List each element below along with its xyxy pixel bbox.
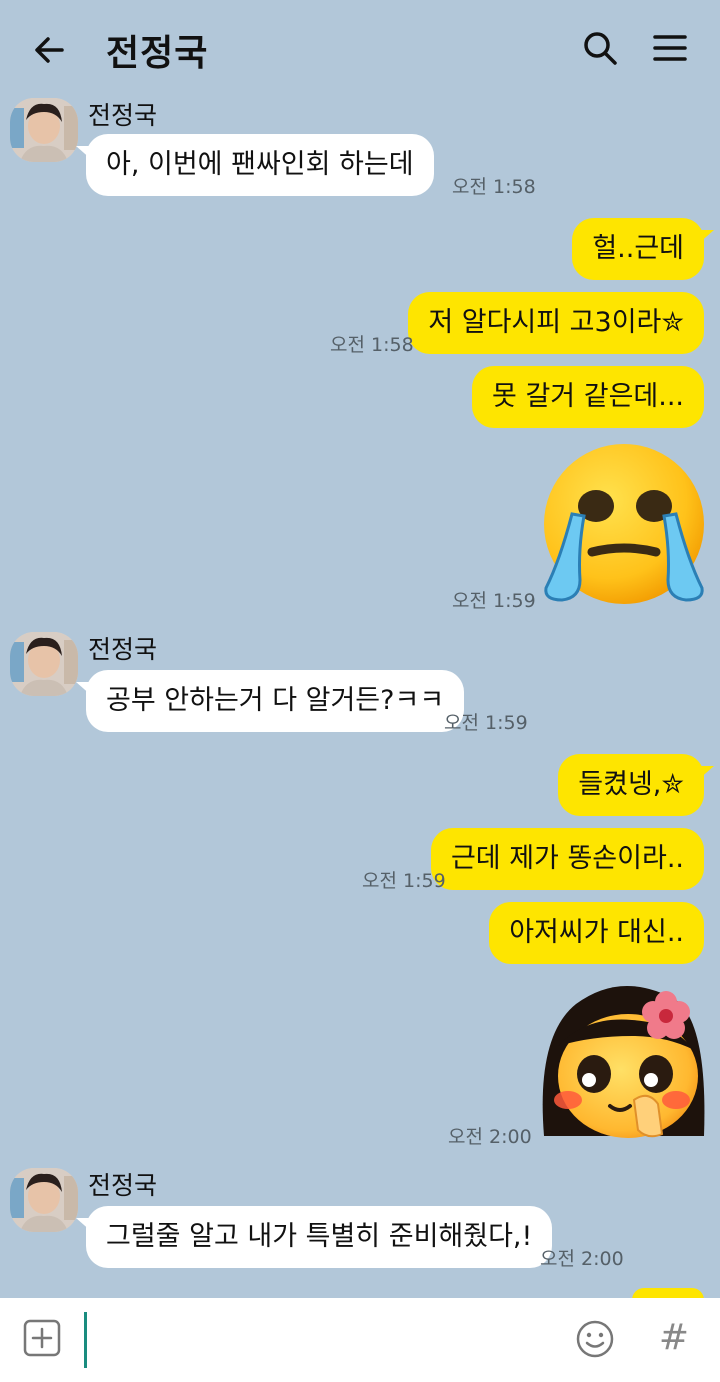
- hashtag-search-button[interactable]: #: [654, 1314, 694, 1362]
- search-icon: [584, 32, 617, 65]
- message-bubble[interactable]: 저 알다시피 고3이라✮: [408, 292, 704, 354]
- message-time: 오전 1:58: [330, 334, 414, 356]
- profile-photo: [10, 632, 78, 696]
- hamburger-menu-icon: [653, 35, 687, 61]
- attach-button[interactable]: [22, 1318, 62, 1358]
- profile-photo: [10, 98, 78, 162]
- message-time: 오전 2:00: [448, 1126, 532, 1148]
- avatar[interactable]: [10, 1168, 78, 1232]
- smiley-icon: [576, 1320, 614, 1358]
- crying-face-emoticon[interactable]: [536, 440, 708, 608]
- emoticon-button[interactable]: [574, 1318, 616, 1360]
- sender-name: 전정국: [88, 635, 158, 664]
- message-bubble[interactable]: 아저씨가 대신..: [489, 902, 704, 964]
- chat-title: 전정국: [106, 33, 209, 74]
- message-bubble[interactable]: 들켰넹,✮: [558, 754, 714, 816]
- back-button[interactable]: [28, 28, 72, 72]
- avatar[interactable]: [10, 98, 78, 162]
- message-bubble[interactable]: 그럴줄 알고 내가 특별히 준비해줬다,!: [75, 1206, 553, 1268]
- sender-name: 전정국: [88, 101, 158, 130]
- shy-girl-flower-emoticon[interactable]: [536, 976, 708, 1144]
- input-bar: #: [0, 1298, 720, 1382]
- sender-name: 전정국: [88, 1171, 158, 1200]
- message-bubble[interactable]: 공부 안하는거 다 알거든?ㅋㅋ: [75, 670, 465, 732]
- search-button[interactable]: [578, 26, 622, 70]
- menu-button[interactable]: [648, 26, 692, 70]
- message-bubble[interactable]: 못 갈거 같은데...: [472, 366, 704, 428]
- avatar[interactable]: [10, 632, 78, 696]
- message-time: 오전 1:59: [362, 870, 446, 892]
- plus-square-icon: [23, 1319, 61, 1357]
- message-bubble[interactable]: 헐..근데: [572, 218, 714, 280]
- message-bubble[interactable]: 아, 이번에 팬싸인회 하는데: [76, 134, 434, 196]
- arrow-left-icon: [35, 37, 64, 63]
- message-bubble[interactable]: 근데 제가 똥손이라..: [430, 828, 704, 890]
- message-time: 오전 1:59: [444, 712, 528, 734]
- message-time: 오전 2:00: [540, 1248, 624, 1270]
- chat-header: 전정국: [0, 0, 720, 96]
- profile-photo: [10, 1168, 78, 1232]
- message-time: 오전 1:59: [452, 590, 536, 612]
- message-input[interactable]: [84, 1312, 554, 1368]
- message-time: 오전 1:58: [452, 176, 536, 198]
